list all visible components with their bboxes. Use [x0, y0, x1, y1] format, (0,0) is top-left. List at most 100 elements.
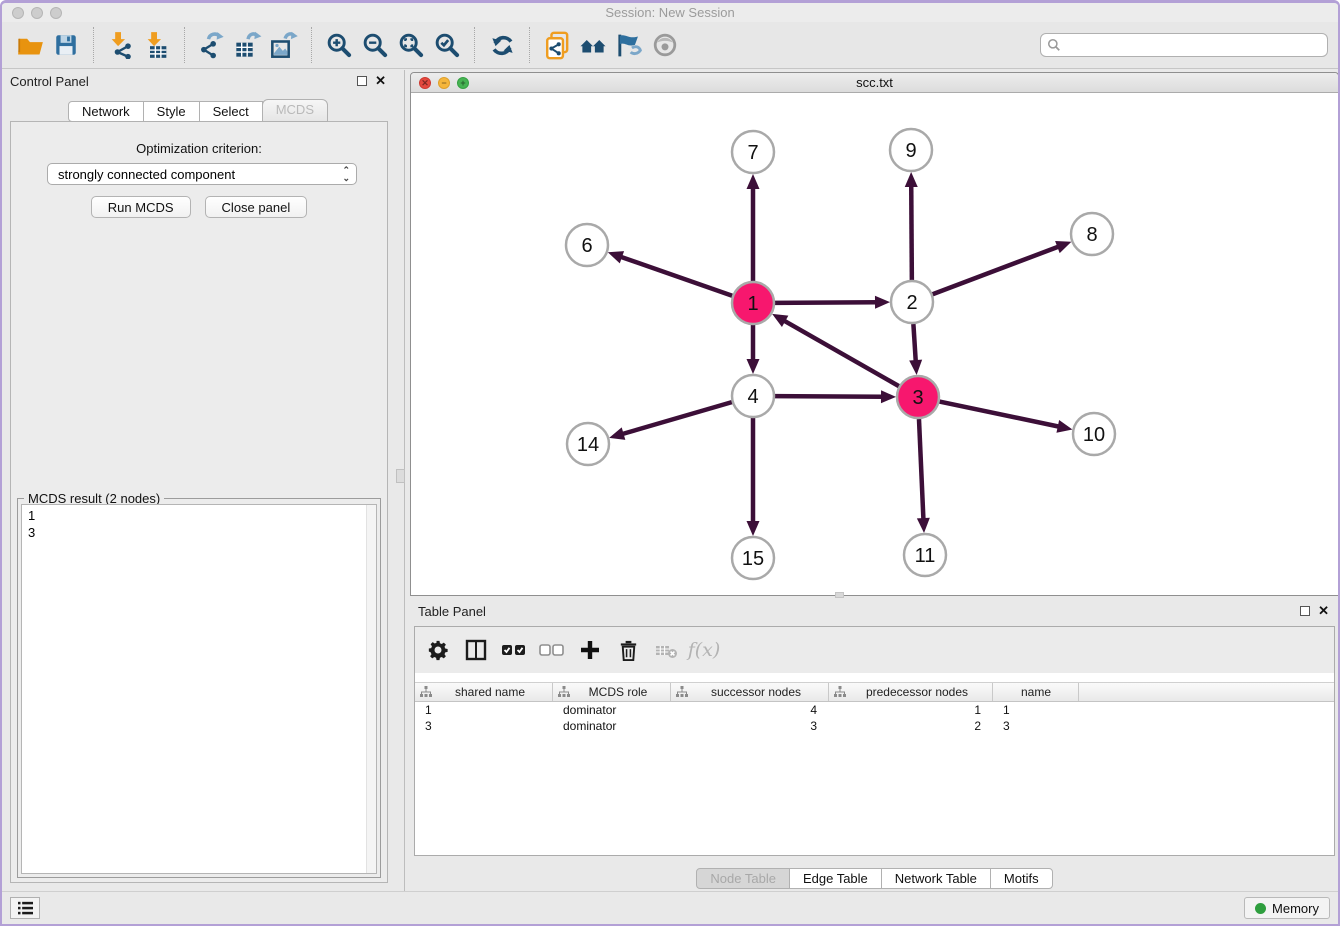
graph-edge-3-10[interactable] — [940, 402, 1061, 427]
toolbar-separator — [474, 27, 475, 63]
search-input[interactable] — [1040, 33, 1328, 57]
column-header-successor-nodes[interactable]: successor nodes — [671, 683, 829, 701]
table-cell: 1 — [415, 702, 553, 718]
graph-node-label: 7 — [747, 142, 758, 164]
table-panel-title: Table Panel — [418, 604, 486, 619]
graph-node-label: 2 — [906, 292, 917, 314]
column-header-MCDS-role[interactable]: MCDS role — [553, 683, 671, 701]
run-mcds-button[interactable]: Run MCDS — [91, 196, 191, 218]
show-details-eye-icon[interactable] — [647, 27, 683, 63]
toolbar-separator — [93, 27, 94, 63]
column-header-predecessor-nodes[interactable]: predecessor nodes — [829, 683, 993, 701]
control-panel-close-icon[interactable]: ✕ — [375, 75, 386, 87]
tab-mcds[interactable]: MCDS — [262, 99, 328, 122]
app-window: Session: New Session — [0, 0, 1340, 926]
tab-node-table[interactable]: Node Table — [696, 868, 790, 889]
table-settings-gear-icon[interactable] — [421, 633, 455, 667]
delete-table-icon[interactable] — [649, 633, 683, 667]
hierarchy-icon — [420, 686, 432, 698]
control-panel-title: Control Panel — [10, 74, 89, 89]
mcds-result-text[interactable]: 1 3 — [21, 504, 377, 874]
tab-network-table[interactable]: Network Table — [881, 868, 991, 889]
column-layout-icon[interactable] — [459, 633, 493, 667]
graph-arrowhead — [875, 296, 890, 309]
network-graph: 7968124314101511 — [411, 94, 1338, 596]
graph-node-label: 15 — [742, 548, 764, 570]
zoom-selected-icon[interactable] — [429, 27, 465, 63]
close-panel-button[interactable]: Close panel — [205, 196, 308, 218]
criterion-select[interactable]: strongly connected component ⌃⌄ — [47, 163, 357, 185]
export-network-icon[interactable] — [194, 27, 230, 63]
graph-edge-2-3[interactable] — [913, 324, 915, 363]
tab-motifs[interactable]: Motifs — [990, 868, 1053, 889]
criterion-selected-value: strongly connected component — [58, 167, 235, 182]
table-cell: 3 — [993, 718, 1079, 734]
column-header-name[interactable]: name — [993, 683, 1079, 701]
table-container: f(x) shared nameMCDS rolesuccessor nodes… — [414, 626, 1335, 856]
task-history-button[interactable] — [10, 897, 40, 919]
function-builder-icon[interactable]: f(x) — [687, 633, 721, 667]
clone-network-icon[interactable] — [539, 27, 575, 63]
graph-arrowhead — [747, 359, 760, 374]
zoom-in-icon[interactable] — [321, 27, 357, 63]
control-panel-header: Control Panel ✕ — [10, 74, 386, 94]
control-panel-tabs: Network Style Select MCDS — [2, 101, 394, 122]
search-icon — [1047, 38, 1061, 52]
tab-network[interactable]: Network — [68, 101, 144, 122]
table-panel-float-icon[interactable] — [1300, 606, 1310, 616]
table-row[interactable]: 1dominator411 — [415, 702, 1334, 718]
graph-node-label: 11 — [915, 545, 936, 567]
mcds-panel-body: Optimization criterion: strongly connect… — [10, 121, 388, 883]
zoom-out-icon[interactable] — [357, 27, 393, 63]
column-label: predecessor nodes — [846, 685, 992, 699]
select-all-icon[interactable] — [497, 633, 531, 667]
export-table-icon[interactable] — [230, 27, 266, 63]
tab-edge-table[interactable]: Edge Table — [789, 868, 882, 889]
table-panel-close-icon[interactable]: ✕ — [1318, 605, 1329, 617]
network-window-titlebar: ✕ − + scc.txt — [411, 73, 1338, 93]
vertical-splitter-handle[interactable] — [396, 469, 405, 483]
delete-column-trash-icon[interactable] — [611, 633, 645, 667]
graph-node-label: 3 — [912, 387, 923, 409]
apply-layout-icon[interactable] — [484, 27, 520, 63]
graph-edge-3-1[interactable] — [783, 320, 899, 386]
network-canvas[interactable]: 7968124314101511 — [411, 94, 1338, 595]
import-table-icon[interactable] — [139, 27, 175, 63]
add-column-icon[interactable] — [573, 633, 607, 667]
deselect-all-icon[interactable] — [535, 633, 569, 667]
mcds-result-group: MCDS result (2 nodes) 1 3 — [17, 498, 381, 878]
table-toolbar: f(x) — [415, 627, 1334, 673]
result-scrollbar[interactable] — [366, 505, 376, 873]
horizontal-splitter-handle[interactable] — [835, 592, 844, 598]
home-icon[interactable] — [575, 27, 611, 63]
table-cell: 3 — [415, 718, 553, 734]
graph-arrowhead — [747, 521, 760, 536]
table-cell: dominator — [553, 702, 671, 718]
table-row[interactable]: 3dominator323 — [415, 718, 1334, 734]
main-area: Control Panel ✕ Network Style Select MCD… — [2, 70, 1338, 891]
graph-edge-3-11[interactable] — [919, 419, 924, 521]
graph-node-label: 14 — [577, 434, 599, 456]
open-session-icon[interactable] — [12, 27, 48, 63]
graph-edge-4-3[interactable] — [775, 396, 884, 397]
graph-arrowhead — [747, 174, 760, 189]
graph-edge-4-14[interactable] — [621, 402, 732, 434]
column-header-shared-name[interactable]: shared name — [415, 683, 553, 701]
memory-label: Memory — [1272, 901, 1319, 916]
graph-edge-1-2[interactable] — [775, 302, 878, 303]
control-panel-float-icon[interactable] — [357, 76, 367, 86]
export-image-icon[interactable] — [266, 27, 302, 63]
graph-node-label: 10 — [1083, 424, 1105, 446]
import-network-icon[interactable] — [103, 27, 139, 63]
graph-edge-2-9[interactable] — [911, 184, 912, 280]
graph-edge-1-6[interactable] — [619, 256, 732, 296]
memory-button[interactable]: Memory — [1244, 897, 1330, 919]
graph-edge-2-8[interactable] — [933, 246, 1061, 294]
apply-style-icon[interactable] — [611, 27, 647, 63]
graph-arrowhead — [609, 427, 625, 439]
save-session-icon[interactable] — [48, 27, 84, 63]
zoom-fit-icon[interactable] — [393, 27, 429, 63]
tab-style[interactable]: Style — [143, 101, 200, 122]
table-header-row: shared nameMCDS rolesuccessor nodes prede… — [415, 682, 1334, 702]
tab-select[interactable]: Select — [199, 101, 263, 122]
